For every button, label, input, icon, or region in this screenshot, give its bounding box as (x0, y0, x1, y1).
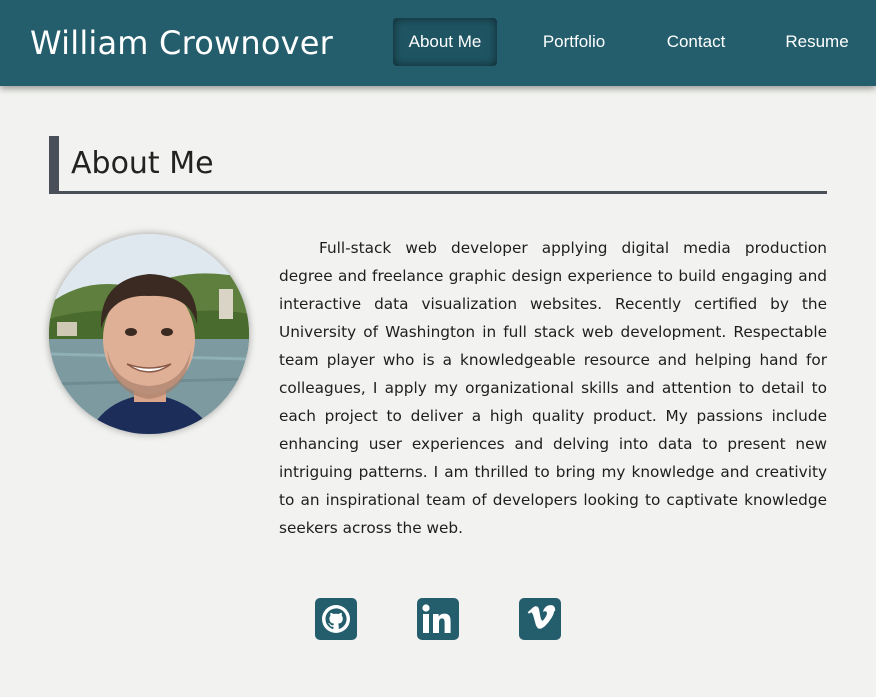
nav-about-me[interactable]: About Me (393, 18, 497, 66)
profile-photo (49, 234, 249, 434)
nav-portfolio[interactable]: Portfolio (528, 18, 620, 66)
nav-contact[interactable]: Contact (652, 18, 740, 66)
linkedin-icon (422, 604, 451, 633)
github-icon (322, 605, 350, 633)
vimeo-icon (527, 605, 556, 629)
linkedin-link[interactable] (417, 598, 459, 640)
github-link[interactable] (315, 598, 357, 640)
page-title: About Me (71, 146, 214, 181)
vimeo-link[interactable] (519, 598, 561, 640)
bio-text: Full-stack web developer applying digita… (279, 239, 827, 537)
nav-resume[interactable]: Resume (772, 18, 862, 66)
site-title[interactable]: William Crownover (30, 24, 333, 62)
profile-photo-graphic (49, 234, 249, 434)
site-header: William Crownover About Me Portfolio Con… (0, 0, 876, 86)
section-heading: About Me (49, 136, 827, 194)
